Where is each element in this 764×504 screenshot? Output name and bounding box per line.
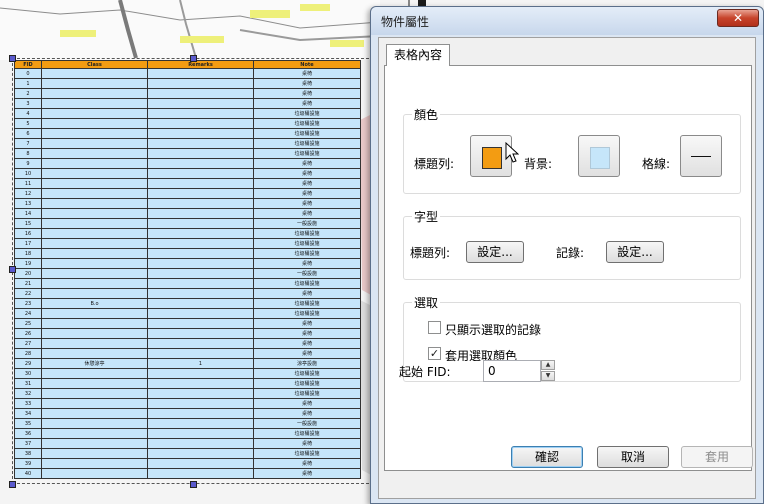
chevron-up-icon: ▲ (545, 361, 551, 368)
close-button[interactable]: ✕ (717, 9, 759, 27)
show-selected-checkbox[interactable] (428, 321, 441, 334)
header-font-label: 標題列: (410, 246, 451, 260)
spin-down-button[interactable]: ▼ (541, 371, 555, 381)
resize-handle-bottom-left[interactable] (9, 481, 16, 488)
record-font-button[interactable]: 設定... (606, 241, 664, 263)
font-group: 字型 標題列: 設定... 記錄: 設定... (403, 208, 741, 280)
selection-frame[interactable] (12, 58, 374, 484)
selection-group-title: 選取 (412, 294, 441, 311)
header-color-swatch (482, 147, 502, 169)
start-fid-input[interactable]: 0 (483, 360, 541, 382)
dialog-titlebar[interactable]: 物件屬性 ✕ (371, 7, 763, 35)
apply-selection-color-checkbox[interactable]: ✓ (428, 347, 441, 360)
grid-line-label: 格線: (642, 157, 671, 171)
mouse-cursor-icon (505, 142, 519, 163)
background-color-button[interactable] (578, 135, 620, 177)
resize-handle-left[interactable] (9, 266, 16, 273)
selection-group: 選取 只顯示選取的記錄 ✓ 套用選取顏色 (403, 294, 741, 382)
grid-line-sample (691, 156, 711, 157)
dialog-title: 物件屬性 (381, 15, 430, 29)
start-fid-label: 起始 FID: (399, 365, 451, 379)
tab-panel: 顏色 標題列: 背景: 格線: 字型 標題列: 設定... 記錄: 設定... … (384, 65, 752, 471)
background-color-label: 背景: (524, 157, 553, 171)
ok-button[interactable]: 確認 (511, 446, 583, 468)
resize-handle-top-left[interactable] (9, 55, 16, 62)
color-group: 顏色 標題列: 背景: 格線: (403, 106, 741, 194)
color-group-title: 顏色 (412, 106, 441, 123)
font-group-title: 字型 (412, 208, 441, 225)
close-icon: ✕ (732, 11, 744, 25)
resize-handle-bottom[interactable] (190, 481, 197, 488)
apply-button[interactable]: 套用 (681, 446, 753, 468)
record-font-label: 記錄: (556, 246, 585, 260)
background-color-swatch (590, 147, 610, 169)
properties-dialog: 物件屬性 ✕ 表格內容 顏色 標題列: 背景: 格線: 字型 標題列: 設定..… (370, 6, 764, 504)
header-font-button[interactable]: 設定... (466, 241, 524, 263)
checkmark-icon: ✓ (429, 347, 440, 360)
tab-table-content[interactable]: 表格內容 (386, 44, 451, 66)
spin-up-button[interactable]: ▲ (541, 360, 555, 370)
show-selected-label[interactable]: 只顯示選取的記錄 (445, 321, 541, 338)
dialog-client-area: 表格內容 顏色 標題列: 背景: 格線: 字型 標題列: 設定... 記錄: 設… (378, 37, 756, 499)
chevron-down-icon: ▼ (545, 372, 551, 379)
cancel-button[interactable]: 取消 (597, 446, 669, 468)
grid-line-button[interactable] (680, 135, 722, 177)
resize-handle-top[interactable] (190, 55, 197, 62)
header-color-label: 標題列: (414, 157, 455, 171)
